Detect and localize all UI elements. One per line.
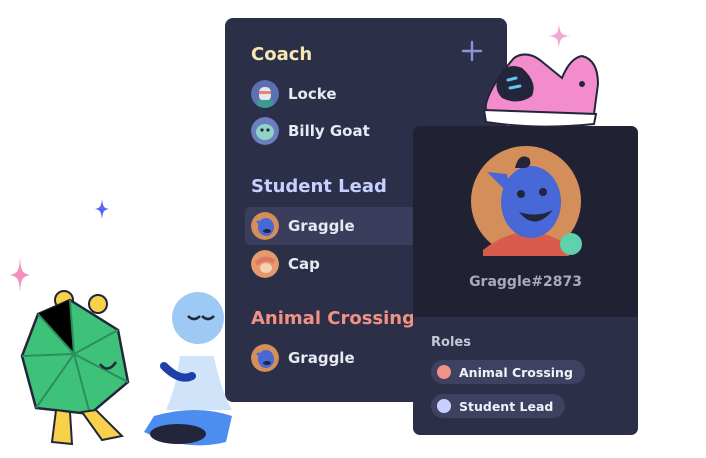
- member-locke[interactable]: Locke: [245, 75, 413, 113]
- pawn-mascot-icon: [144, 292, 232, 446]
- category-student-lead-label: Student Lead: [251, 176, 387, 197]
- sparkle-pink-icon: [548, 24, 570, 48]
- category-animal-crossing-label: Animal Crossing: [251, 308, 416, 329]
- member-graggle[interactable]: Graggle: [245, 339, 413, 377]
- profile-tag: Graggle#2873: [469, 274, 582, 290]
- graggle-avatar: [251, 344, 279, 372]
- locke-avatar: [251, 80, 279, 108]
- member-name: Locke: [288, 85, 337, 103]
- category-coach-label: Coach: [251, 44, 313, 65]
- sneaker-mascot-icon: [482, 53, 600, 128]
- role-color-dot: [437, 365, 451, 379]
- cap-avatar: [251, 250, 279, 278]
- roles-heading: Roles: [431, 335, 471, 350]
- billy-goat-avatar: [251, 117, 279, 145]
- member-name: Cap: [288, 255, 320, 273]
- member-name: Graggle: [288, 349, 355, 367]
- member-name: Billy Goat: [288, 122, 370, 140]
- role-animal-crossing[interactable]: Animal Crossing: [431, 360, 585, 384]
- role-label: Animal Crossing: [459, 364, 573, 380]
- role-color-dot: [437, 399, 451, 413]
- d20-mascot-icon: [20, 290, 130, 446]
- member-name: Graggle: [288, 217, 355, 235]
- profile-card: Graggle#2873 Roles Animal Crossing Stude…: [413, 126, 638, 435]
- member-cap[interactable]: Cap: [245, 245, 413, 283]
- sparkle-pink-left-icon: [10, 258, 30, 292]
- role-student-lead[interactable]: Student Lead: [431, 394, 566, 418]
- graggle-avatar: [251, 212, 279, 240]
- graggle-profile-avatar: [471, 146, 582, 256]
- sparkle-blue-icon: [95, 199, 109, 219]
- role-label: Student Lead: [459, 398, 554, 414]
- member-billy-goat[interactable]: Billy Goat: [245, 112, 413, 150]
